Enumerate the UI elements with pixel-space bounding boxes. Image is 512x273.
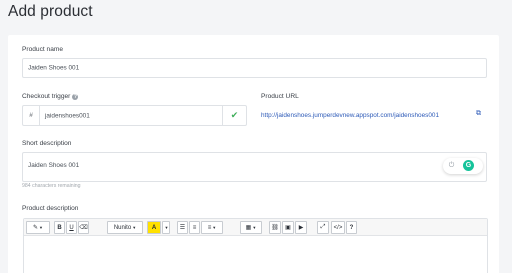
grammarly-icon[interactable]: G xyxy=(463,160,474,171)
video-icon: ▶ xyxy=(298,225,304,231)
ordered-list-icon: ≡ xyxy=(192,224,197,231)
code-icon: </> xyxy=(333,224,343,231)
font-color-dropdown[interactable]: ▼ xyxy=(162,221,170,234)
font-family-select[interactable]: Nunito ▼ xyxy=(107,221,143,234)
checkout-trigger-label: Checkout trigger? xyxy=(22,93,79,100)
product-description-editor[interactable]: ✎ ▼ B U ⌫ Nunito ▼ A ▼ ☰ ≡ ≡ ▼ ▦ ▼ ⛓ ▣ ▶ ⤢ <… xyxy=(23,218,488,273)
checkout-trigger-input[interactable]: # jaidenshoes001 ✔ xyxy=(22,105,247,126)
question-icon[interactable]: ? xyxy=(72,94,79,100)
external-link-icon[interactable]: ⧉ xyxy=(476,110,481,118)
unordered-list-button[interactable]: ☰ xyxy=(177,221,188,234)
table-button[interactable]: ▦ ▼ xyxy=(240,221,262,234)
short-description-value: Jaiden Shoes 001 xyxy=(28,162,80,169)
editor-toolbar: ✎ ▼ B U ⌫ Nunito ▼ A ▼ ☰ ≡ ≡ ▼ ▦ ▼ ⛓ ▣ ▶ ⤢ <… xyxy=(24,219,487,236)
eraser-icon: ⌫ xyxy=(79,225,88,231)
unordered-list-icon: ☰ xyxy=(179,225,186,231)
product-url-label: Product URL xyxy=(261,93,299,100)
hash-prefix: # xyxy=(23,106,40,125)
video-button[interactable]: ▶ xyxy=(295,221,307,234)
magic-wand-icon: ✎ xyxy=(33,225,39,231)
eraser-button[interactable]: ⌫ xyxy=(78,221,89,234)
bold-button[interactable]: B xyxy=(54,221,65,234)
image-button[interactable]: ▣ xyxy=(282,221,294,234)
magic-wand-button[interactable]: ✎ ▼ xyxy=(26,221,50,234)
link-button[interactable]: ⛓ xyxy=(269,221,281,234)
product-name-value: Jaiden Shoes 001 xyxy=(28,64,80,72)
characters-remaining: 984 characters remaining xyxy=(22,183,81,189)
product-name-input[interactable]: Jaiden Shoes 001 xyxy=(22,58,487,78)
power-icon[interactable]: ⏻ xyxy=(447,161,456,170)
table-icon: ▦ xyxy=(245,225,252,231)
product-name-label: Product name xyxy=(22,46,64,53)
short-description-textarea[interactable]: Jaiden Shoes 001 xyxy=(22,152,487,182)
page-title: Add product xyxy=(8,3,93,20)
align-icon: ≡ xyxy=(207,224,212,231)
check-icon: ✔ xyxy=(222,106,246,125)
product-description-label: Product description xyxy=(22,205,79,212)
short-description-label: Short description xyxy=(22,140,72,147)
ordered-list-button[interactable]: ≡ xyxy=(189,221,200,234)
product-url-link[interactable]: http://jaidenshoes.jumperdevnew.appspot.… xyxy=(261,112,439,119)
font-family-value: Nunito xyxy=(113,224,132,231)
paragraph-align-button[interactable]: ≡ ▼ xyxy=(201,221,223,234)
checkout-trigger-value: jaidenshoes001 xyxy=(45,112,90,119)
font-color-button[interactable]: A xyxy=(147,221,161,234)
fullscreen-icon: ⤢ xyxy=(320,224,326,230)
checkout-trigger-label-text: Checkout trigger xyxy=(22,93,71,100)
link-icon: ⛓ xyxy=(271,225,279,231)
help-button[interactable]: ? xyxy=(346,221,357,234)
image-icon: ▣ xyxy=(285,225,291,231)
underline-button[interactable]: U xyxy=(66,221,77,234)
code-view-button[interactable]: </> xyxy=(331,221,345,234)
fullscreen-button[interactable]: ⤢ xyxy=(317,221,329,234)
